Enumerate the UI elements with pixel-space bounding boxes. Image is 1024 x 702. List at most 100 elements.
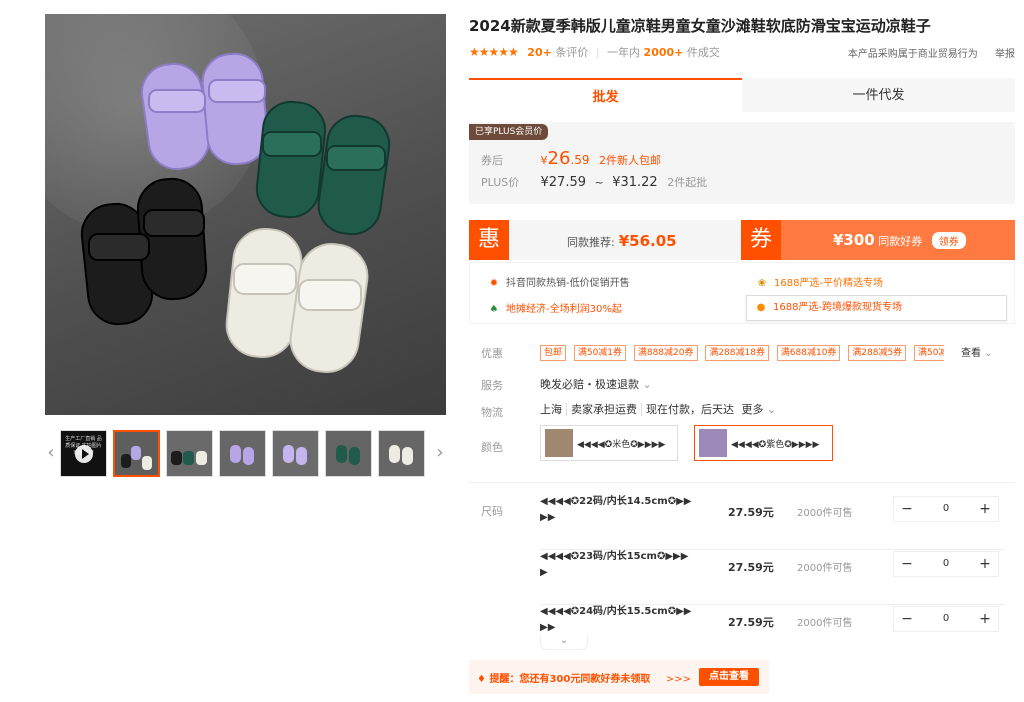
thumb-next-arrow-icon[interactable]: › xyxy=(434,439,446,467)
white-sandals xyxy=(225,227,369,373)
hot-link-cross-border-label: 1688严选-跨境爆款现货专场 xyxy=(773,302,903,313)
sku-row: ◀◀◀◀✪22码/内长14.5cm✪▶▶▶▶ 27.59元 2000件可售 − … xyxy=(540,494,1005,550)
bear-icon: ● xyxy=(756,302,766,313)
product-meta: ★★★★★ 20+ 条评价 | 一年内 2000+ 件成交 xyxy=(469,44,720,60)
minus-button[interactable]: − xyxy=(894,552,920,576)
tab-dropship[interactable]: 一件代发 xyxy=(742,78,1015,112)
sku-price: 27.59元 xyxy=(728,561,774,574)
sku-price: 27.59元 xyxy=(728,616,774,629)
year-label: 一年内 xyxy=(607,46,641,59)
plus-button[interactable]: + xyxy=(972,607,998,631)
leaf-icon: ♠ xyxy=(489,304,499,315)
after-coupon-label: 券后 xyxy=(481,154,503,167)
color-name: ◀◀◀◀✪米色✪▶▶▶▶ xyxy=(577,440,666,450)
thumb-prev-arrow-icon[interactable]: ‹ xyxy=(45,439,57,467)
quantity-value[interactable]: 0 xyxy=(920,497,972,521)
thumb-image-3[interactable] xyxy=(219,430,266,477)
chevron-down-icon: ⌄ xyxy=(984,348,993,359)
plus-price-row: PLUS价 ¥27.59 ~ ¥31.22 2件起批 xyxy=(481,174,707,190)
sku-row: ◀◀◀◀✪24码/内长15.5cm✪▶▶▶▶ 27.59元 2000件可售 − … xyxy=(540,604,1005,660)
plus-button[interactable]: + xyxy=(972,497,998,521)
minus-button[interactable]: − xyxy=(894,497,920,521)
chevron-down-icon: ⌄ xyxy=(767,403,777,416)
view-discounts-link[interactable]: 查看 ⌄ xyxy=(961,344,993,359)
hot-link-stall[interactable]: ♠ 地摊经济-全场利润30%起 xyxy=(488,300,622,315)
discount-tag[interactable]: 包邮 xyxy=(540,345,567,361)
logistics-delivery: 现在付款，后天达 xyxy=(646,403,734,416)
discount-tag[interactable]: 满50减1券 xyxy=(573,345,627,361)
discount-tag[interactable]: 满288减18券 xyxy=(705,345,769,361)
hot-link-douyin[interactable]: ✹ 抖音同款热销-低价促销开售 xyxy=(488,274,630,289)
logistics-more-link[interactable]: 更多 xyxy=(742,403,764,416)
expand-sku-chevron-icon[interactable]: ⌄ xyxy=(540,636,588,650)
coupon-amount: ¥300 xyxy=(833,231,875,249)
sales-count: 2000+ xyxy=(643,46,684,59)
rating-stars-icon: ★★★★★ xyxy=(469,45,519,59)
coupon-badge-icon: 券 xyxy=(741,220,781,260)
sku-name: ◀◀◀◀✪24码/内长15.5cm✪▶▶▶▶ xyxy=(540,606,692,633)
thumb-image-2[interactable] xyxy=(166,430,213,477)
price-range-high: ¥31.22 xyxy=(612,175,658,190)
coupon-label: 同款好券 xyxy=(878,235,923,248)
view-discounts-label: 查看 xyxy=(961,348,981,359)
same-item-label: 同款推荐: xyxy=(567,236,615,249)
view-coupon-button[interactable]: 点击查看 xyxy=(699,668,759,686)
thumb-video[interactable]: 生产工厂直销 品质保证 实拍图片 欢迎咨询 xyxy=(60,430,107,477)
coupon-reminder-bar: ♦ 提醒：您还有300元同款好券未领取 >>> 点击查看 xyxy=(469,660,769,694)
sku-stock: 2000件可售 xyxy=(797,618,853,629)
thumb-image-1[interactable] xyxy=(113,430,160,477)
reminder-text: ♦ 提醒：您还有300元同款好券未领取 >>> xyxy=(477,670,691,685)
sku-price: 27.59元 xyxy=(728,506,774,519)
quantity-value[interactable]: 0 xyxy=(920,552,972,576)
promo-strip: 惠 同款推荐: ¥56.05 券 ¥300 同款好券 领券 xyxy=(469,220,1015,260)
discount-tag[interactable]: 满688减10券 xyxy=(776,345,841,361)
discount-tag[interactable]: 满288减5券 xyxy=(848,345,907,361)
sales-label: 件成交 xyxy=(686,46,720,59)
divider xyxy=(566,403,567,416)
logistics-freight: 卖家承担运费 xyxy=(571,403,637,416)
same-item-text: 同款推荐: ¥56.05 xyxy=(567,232,677,250)
after-coupon-note: 2件新人包邮 xyxy=(599,154,661,167)
color-option-beige[interactable]: ◀◀◀◀✪米色✪▶▶▶▶ xyxy=(540,425,678,461)
hot-links-panel: ✹ 抖音同款热销-低价促销开售 ♠ 地摊经济-全场利润30%起 ❀ 1688严选-平价… xyxy=(469,262,1015,324)
discount-label: 优惠 xyxy=(481,347,503,360)
quantity-stepper: − 0 + xyxy=(893,551,999,577)
thumb-image-6[interactable] xyxy=(378,430,425,477)
logistics-origin: 上海 xyxy=(540,403,562,416)
hot-link-select-cheap[interactable]: ❀ 1688严选-平价精选专场 xyxy=(756,274,883,289)
play-icon xyxy=(75,445,93,463)
same-item-promo[interactable]: 惠 同款推荐: ¥56.05 xyxy=(469,220,741,260)
thumb-image-4-shape xyxy=(283,445,307,465)
price-range-low: ¥27.59 xyxy=(540,175,587,190)
tab-wholesale[interactable]: 批发 xyxy=(469,78,742,112)
get-coupon-button[interactable]: 领券 xyxy=(931,232,966,249)
meta-divider: | xyxy=(595,46,600,59)
service-info[interactable]: 晚发必赔・极速退款 ⌄ xyxy=(540,376,652,392)
thumb-image-6-shape xyxy=(389,445,413,465)
report-link[interactable]: 举报 xyxy=(995,49,1015,60)
after-coupon-yen: ¥ xyxy=(540,154,548,167)
sku-stock: 2000件可售 xyxy=(797,508,853,519)
discount-tag[interactable]: 满888减20券 xyxy=(633,345,698,361)
thumb-image-1-shape xyxy=(121,446,152,470)
thumb-image-5[interactable] xyxy=(325,430,372,477)
color-name: ◀◀◀◀✪紫色✪▶▶▶▶ xyxy=(731,440,820,450)
color-option-purple[interactable]: ◀◀◀◀✪紫色✪▶▶▶▶ xyxy=(694,425,833,461)
discount-tags: 包邮 满50减1券 满888减20券 满288减18券 满688减10券 满28… xyxy=(540,344,944,361)
sku-divider xyxy=(469,482,1015,483)
review-count[interactable]: 20+ xyxy=(527,46,552,59)
sku-name: ◀◀◀◀✪22码/内长14.5cm✪▶▶▶▶ xyxy=(540,496,692,523)
discount-tag[interactable]: 满50减 xyxy=(914,345,944,361)
main-product-image[interactable] xyxy=(45,14,446,415)
plus-button[interactable]: + xyxy=(972,552,998,576)
sku-name: ◀◀◀◀✪23码/内长15cm✪▶▶▶▶ xyxy=(540,551,689,578)
quantity-stepper: − 0 + xyxy=(893,496,999,522)
thumb-image-4[interactable] xyxy=(272,430,319,477)
minus-button[interactable]: − xyxy=(894,607,920,631)
quantity-value[interactable]: 0 xyxy=(920,607,972,631)
flower-icon: ❀ xyxy=(757,278,767,289)
hot-link-cross-border[interactable]: ● 1688严选-跨境爆款现货专场 xyxy=(746,295,1007,321)
thumbnail-strip: ‹ 生产工厂直销 品质保证 实拍图片 欢迎咨询 › xyxy=(45,429,446,477)
reminder-arrows: >>> xyxy=(665,674,691,685)
plus-member-badge: 已享PLUS会员价 xyxy=(469,124,549,140)
